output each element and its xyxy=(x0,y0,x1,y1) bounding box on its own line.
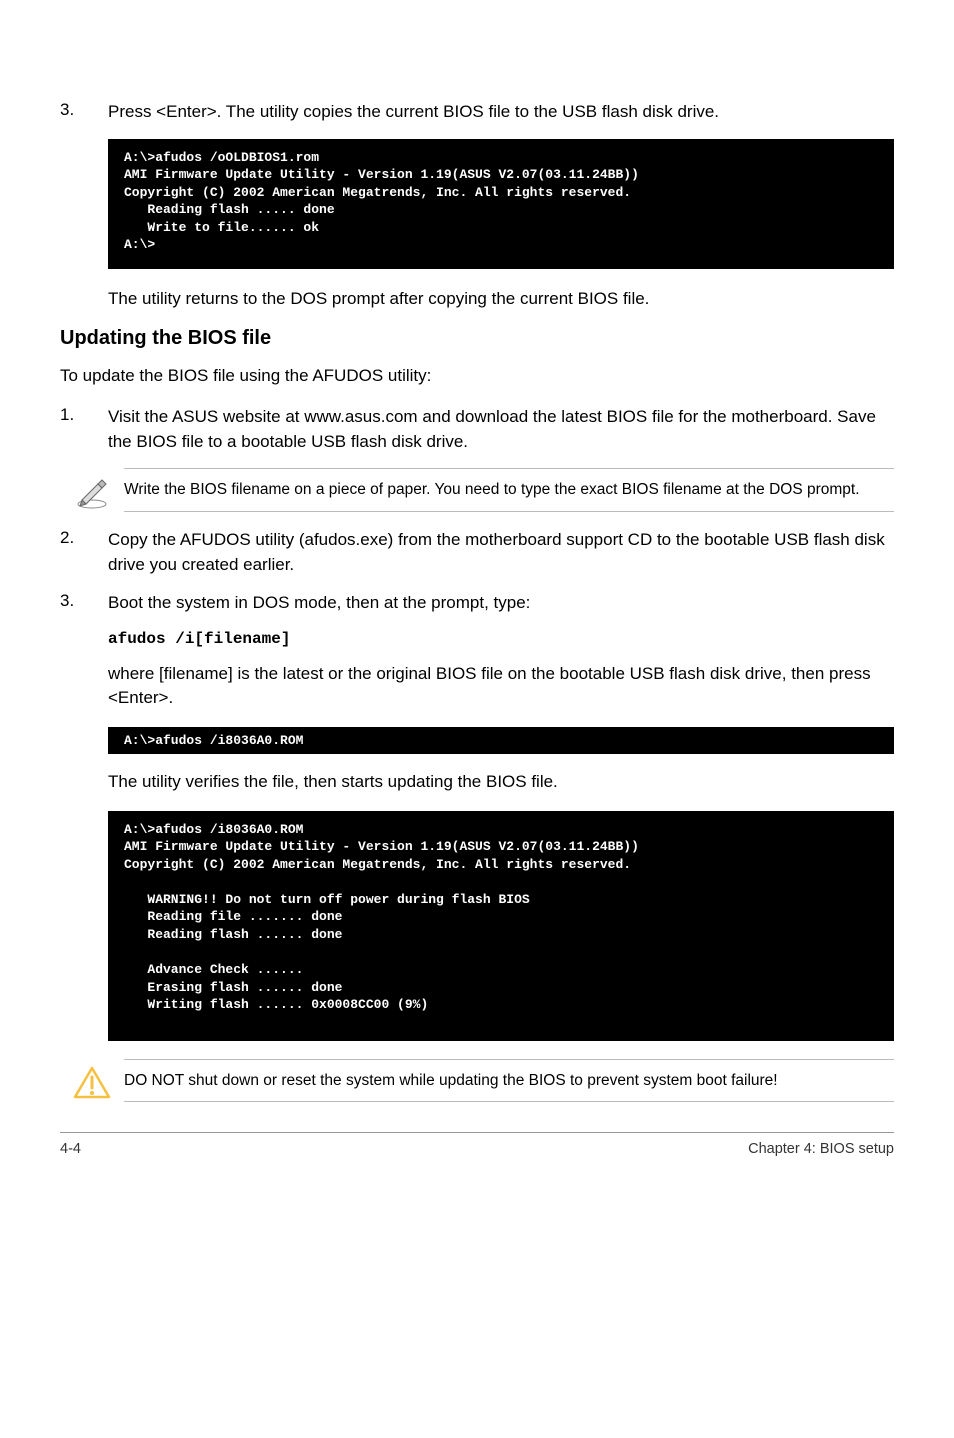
note-text: Write the BIOS filename on a piece of pa… xyxy=(124,468,894,512)
step-3-bottom: 3. Boot the system in DOS mode, then at … xyxy=(60,591,894,616)
step-2: 2. Copy the AFUDOS utility (afudos.exe) … xyxy=(60,528,894,577)
warning-icon xyxy=(60,1059,124,1101)
verify-paragraph: The utility verifies the file, then star… xyxy=(108,770,894,795)
warning-text: DO NOT shut down or reset the system whi… xyxy=(124,1059,894,1103)
step-number: 3. xyxy=(60,100,108,125)
post-terminal-note: The utility returns to the DOS prompt af… xyxy=(108,287,894,312)
terminal-output-1: A:\>afudos /oOLDBIOS1.rom AMI Firmware U… xyxy=(108,139,894,269)
step-number: 3. xyxy=(60,591,108,616)
warning-callout: DO NOT shut down or reset the system whi… xyxy=(60,1059,894,1103)
command-code: afudos /i[filename] xyxy=(108,630,894,648)
page-number: 4-4 xyxy=(60,1141,81,1157)
terminal-output-3: A:\>afudos /i8036A0.ROM AMI Firmware Upd… xyxy=(108,811,894,1041)
pencil-icon xyxy=(60,468,124,510)
step-number: 1. xyxy=(60,405,108,454)
intro-paragraph: To update the BIOS file using the AFUDOS… xyxy=(60,364,894,389)
step-number: 2. xyxy=(60,528,108,577)
where-paragraph: where [filename] is the latest or the or… xyxy=(108,662,894,711)
note-callout: Write the BIOS filename on a piece of pa… xyxy=(60,468,894,512)
chapter-label: Chapter 4: BIOS setup xyxy=(748,1141,894,1157)
step-text: Boot the system in DOS mode, then at the… xyxy=(108,591,894,616)
step-text: Press <Enter>. The utility copies the cu… xyxy=(108,100,894,125)
page-footer: 4-4 Chapter 4: BIOS setup xyxy=(60,1132,894,1157)
step-text: Visit the ASUS website at www.asus.com a… xyxy=(108,405,894,454)
terminal-output-2: A:\>afudos /i8036A0.ROM xyxy=(108,727,894,754)
section-heading: Updating the BIOS file xyxy=(60,327,894,350)
step-text: Copy the AFUDOS utility (afudos.exe) fro… xyxy=(108,528,894,577)
step-1: 1. Visit the ASUS website at www.asus.co… xyxy=(60,405,894,454)
step-3-top: 3. Press <Enter>. The utility copies the… xyxy=(60,100,894,125)
